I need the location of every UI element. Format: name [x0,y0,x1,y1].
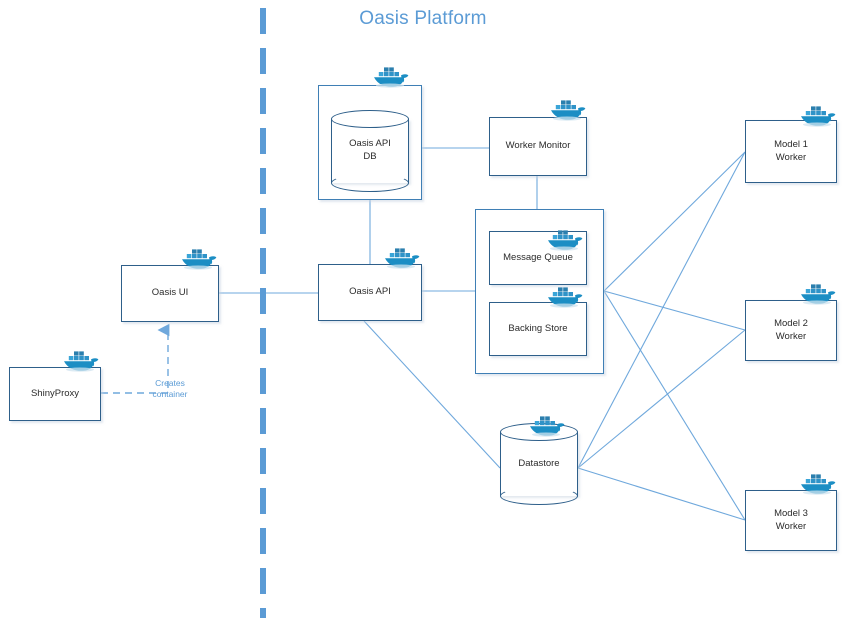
docker-whale-icon [382,245,422,271]
node-model-2-worker-label: Model 2 Worker [774,317,808,342]
edge-label-creates-container: Creates container [152,378,188,399]
platform-boundary-divider [260,8,266,618]
node-shinyproxy[interactable]: ShinyProxy [9,367,101,421]
diagram-canvas: Oasis Platform Creates container ShinyPr… [0,0,846,626]
node-oasis-ui[interactable]: Oasis UI [121,265,219,322]
docker-whale-icon [61,348,101,374]
node-message-queue-label: Message Queue [503,251,573,263]
edge-broker-model1 [603,151,746,292]
node-worker-monitor[interactable]: Worker Monitor [489,117,587,176]
docker-whale-icon [371,64,411,90]
node-model-1-worker[interactable]: Model 1 Worker [745,120,837,183]
node-oasis-api-db-label: Oasis API DB [349,138,391,162]
node-oasis-api[interactable]: Oasis API [318,264,422,321]
edge-broker-model3 [603,290,746,521]
docker-whale-icon [527,413,567,439]
node-oasis-ui-label: Oasis UI [151,287,189,299]
docker-whale-icon [545,227,585,253]
docker-whale-icon [179,246,219,272]
docker-whale-icon [548,97,588,123]
node-model-1-worker-label: Model 1 Worker [774,138,808,163]
docker-whale-icon [798,471,838,497]
node-oasis-api-label: Oasis API [349,286,391,298]
docker-whale-icon [545,284,585,310]
node-model-3-worker[interactable]: Model 3 Worker [745,490,837,551]
node-model-3-worker-label: Model 3 Worker [774,507,808,532]
node-oasis-api-db[interactable]: Oasis API DB [331,110,409,192]
node-shinyproxy-label: ShinyProxy [30,387,80,399]
edge-broker-model2 [603,290,746,331]
node-backing-store-label: Backing Store [508,322,568,334]
docker-whale-icon [798,103,838,129]
diagram-title: Oasis Platform [359,8,487,29]
edge-datastore-model3 [577,467,746,521]
node-model-2-worker[interactable]: Model 2 Worker [745,300,837,361]
docker-whale-icon [798,281,838,307]
node-backing-store[interactable]: Backing Store [489,302,587,356]
node-worker-monitor-label: Worker Monitor [505,140,571,152]
